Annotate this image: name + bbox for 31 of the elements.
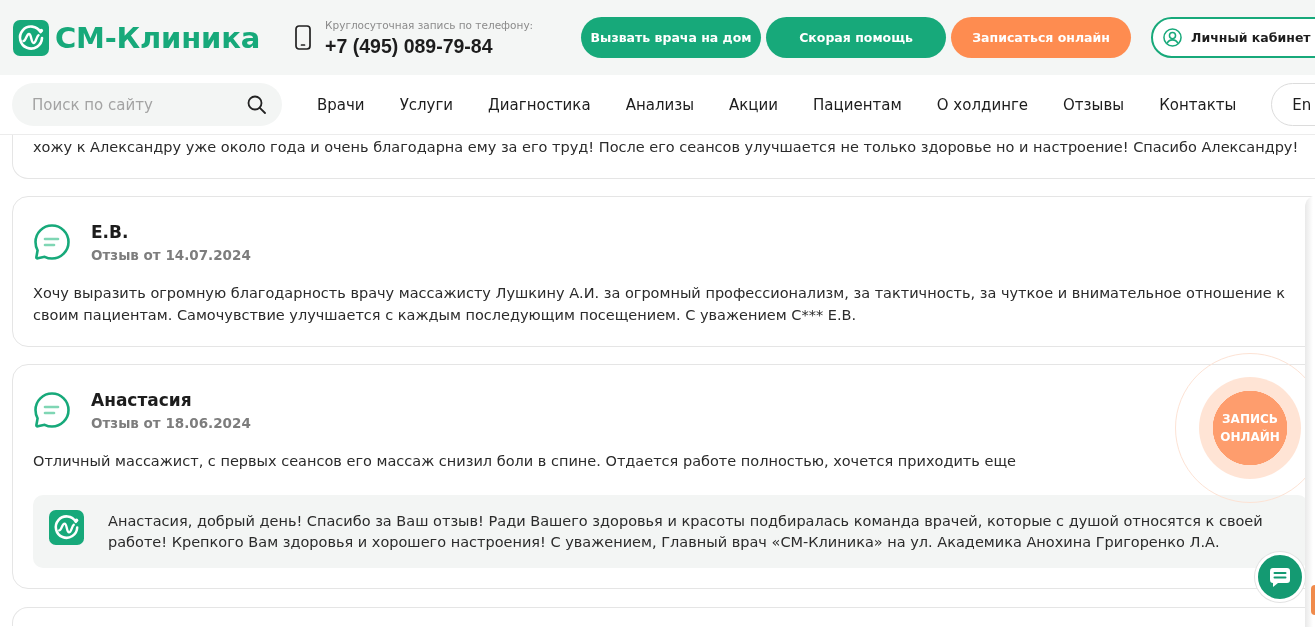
nav-link[interactable]: Услуги <box>399 95 454 114</box>
phone-icon <box>295 25 312 50</box>
review-author: Анастасия <box>91 390 192 410</box>
logo-icon <box>49 510 84 545</box>
review-date: Отзыв от 18.06.2024 <box>91 414 251 433</box>
user-icon <box>1163 28 1183 47</box>
nav-link[interactable]: Анализы <box>625 95 695 114</box>
review-text: Хочу выразить огромную благодарность врачу массажисту Лушкину А.И. за огромный профессионализм, за тактичность, за чуткое и внимательное отношение к своим пациентам. Самочувствие улучшается с каждым последующим посещением. С уважением С*** Е.В. <box>33 284 1287 325</box>
search-field[interactable]: Поиск по сайту <box>12 83 282 126</box>
review-date: Отзыв от 14.07.2024 <box>91 246 251 265</box>
reply-text: Анастасия, добрый день! Спасибо за Ваш отзыв! Ради Вашего здоровья и красоты подбиралась команда врачей, которые с душой относятся к своей работе! Крепкого Вам здоровья и хорошего настроения! С уважением, Главный врач «СМ-Клиника» на ул. Академика Анохина Григоренко Л.А. <box>108 512 1264 552</box>
nav-link[interactable]: О холдинге <box>936 95 1029 114</box>
review-text: Отличный массажист, с первых сеансов его массаж снизил боли в спине. Отдается работе полностью, хочется приходить еще <box>33 452 1017 471</box>
nav-link[interactable]: Пациентам <box>813 95 902 114</box>
chat-bubble-icon <box>33 391 71 429</box>
chat-button[interactable] <box>1255 552 1305 602</box>
language-button[interactable]: En <box>1271 83 1315 126</box>
nav-link[interactable]: Контакты <box>1159 95 1237 114</box>
nav-link[interactable]: Диагностика <box>488 95 591 114</box>
review-author: Е.В. <box>91 222 129 242</box>
phone-caption: Круглосуточная запись по телефону: <box>325 17 534 32</box>
nav-link[interactable]: Отзывы <box>1063 95 1125 114</box>
chat-icon <box>1268 565 1292 589</box>
review-text: хожу к Александру уже около года и очень благодарна ему за его труд! После его сеансов улучшается не только здоровье но и настроение! Спасибо Александру! <box>33 138 1300 157</box>
logo-icon[interactable] <box>13 19 49 56</box>
nav-link[interactable]: Врачи <box>317 95 365 114</box>
search-icon[interactable] <box>247 95 266 114</box>
phone-number[interactable]: +7 (495) 089-79-84 <box>325 33 493 58</box>
chat-bubble-icon <box>33 223 71 261</box>
nav-link[interactable]: Акции <box>729 95 779 114</box>
account-button[interactable]: Личный кабинет <box>1151 17 1315 58</box>
